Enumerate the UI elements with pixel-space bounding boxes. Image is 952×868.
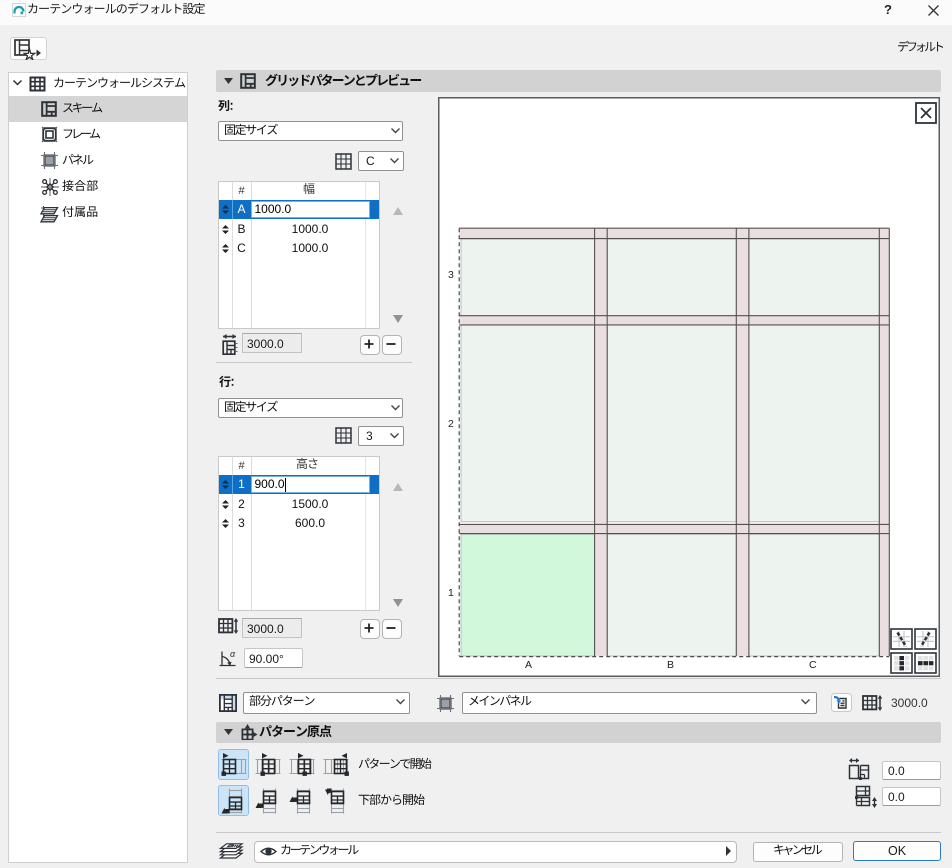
svg-text:1: 1 [448, 587, 454, 599]
svg-text:A: A [525, 659, 532, 671]
svg-text:2: 2 [448, 418, 454, 430]
svg-text:C: C [809, 659, 817, 671]
svg-text:3: 3 [448, 269, 454, 281]
svg-text:B: B [667, 659, 674, 671]
svg-text:α: α [230, 650, 236, 659]
